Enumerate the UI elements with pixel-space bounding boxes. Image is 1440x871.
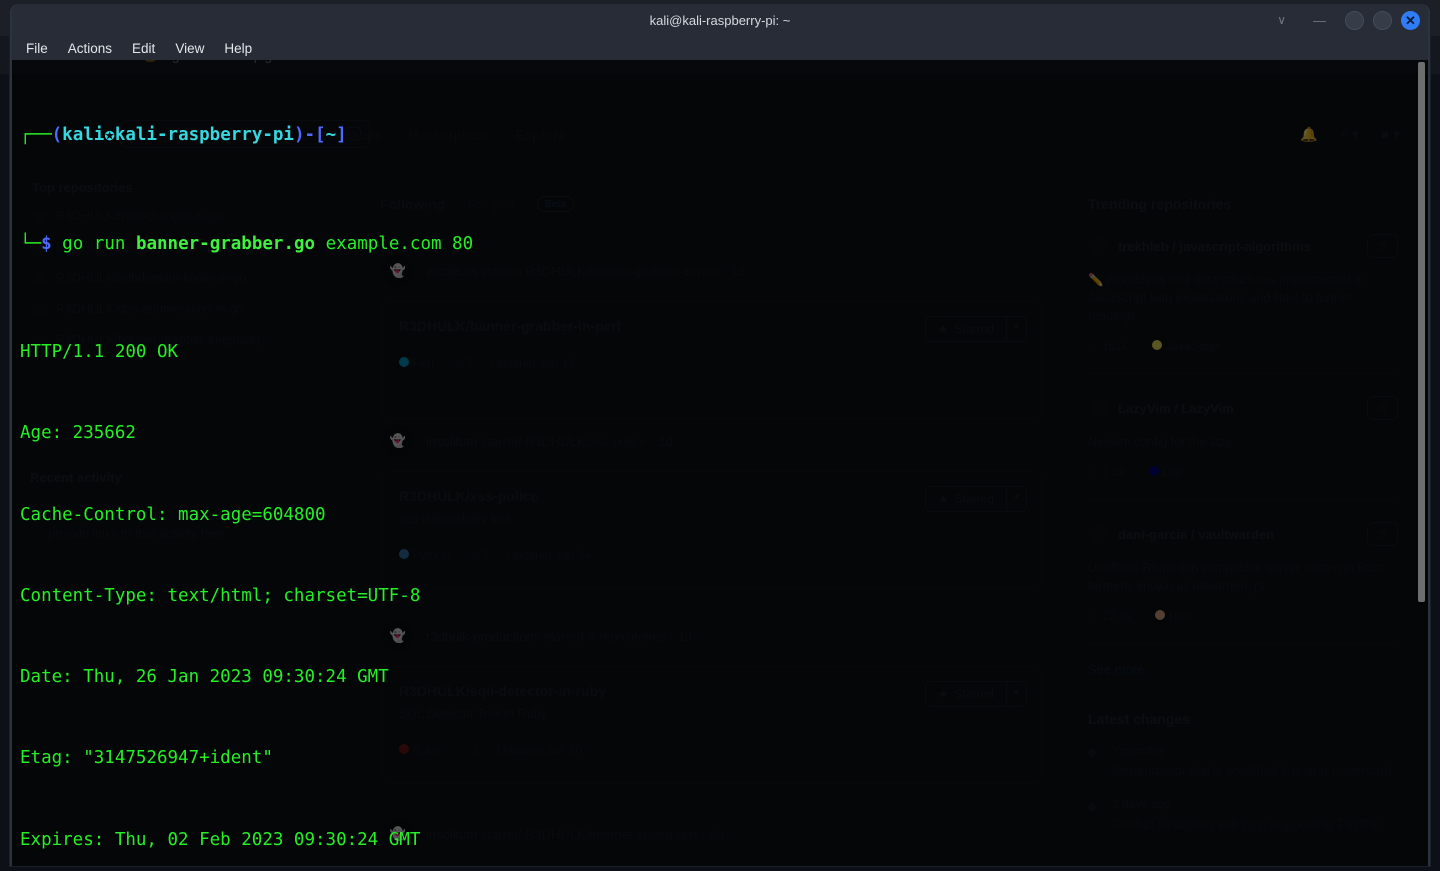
output-line: HTTP/1.1 200 OK (20, 341, 179, 362)
window-controls[interactable]: ∨ — ✕ (1269, 4, 1420, 36)
menu-view[interactable]: View (175, 41, 204, 56)
menu-file[interactable]: File (26, 41, 48, 56)
menu-actions[interactable]: Actions (68, 41, 112, 56)
output-line: Expires: Thu, 02 Feb 2023 09:30:24 GMT (20, 829, 421, 850)
prompt-line-1: ┌──(kali✪kali-raspberry-pi)-[~] (20, 125, 347, 146)
terminal-scrollbar[interactable] (1418, 62, 1425, 602)
terminal-title-bar[interactable]: kali@kali-raspberry-pi: ~ ∨ — ✕ (12, 4, 1428, 36)
maximize-button[interactable] (1373, 10, 1392, 30)
terminal-screen[interactable]: ┌──(kali✪kali-raspberry-pi)-[~] └─$ go r… (12, 60, 1428, 866)
output-line: Cache-Control: max-age=604800 (20, 504, 326, 525)
output-line: Content-Type: text/html; charset=UTF-8 (20, 585, 421, 606)
window-title: kali@kali-raspberry-pi: ~ (649, 12, 791, 28)
output-line: Date: Thu, 26 Jan 2023 09:30:24 GMT (20, 667, 389, 688)
menu-edit[interactable]: Edit (132, 41, 155, 56)
menu-help[interactable]: Help (224, 41, 252, 56)
chevron-down-icon[interactable]: ∨ (1269, 13, 1294, 27)
minimize-button[interactable]: — (1303, 13, 1336, 28)
terminal-window: kali@kali-raspberry-pi: ~ ∨ — ✕ File Act… (10, 4, 1430, 866)
output-line: Age: 235662 (20, 423, 136, 444)
terminal-menu-bar[interactable]: File Actions Edit View Help (12, 36, 1428, 60)
command-line: └─$ go run banner-grabber.go example.com… (20, 233, 474, 254)
output-line: Etag: "3147526947+ident" (20, 748, 273, 769)
shade-button[interactable] (1345, 10, 1364, 30)
close-button[interactable]: ✕ (1401, 10, 1420, 30)
